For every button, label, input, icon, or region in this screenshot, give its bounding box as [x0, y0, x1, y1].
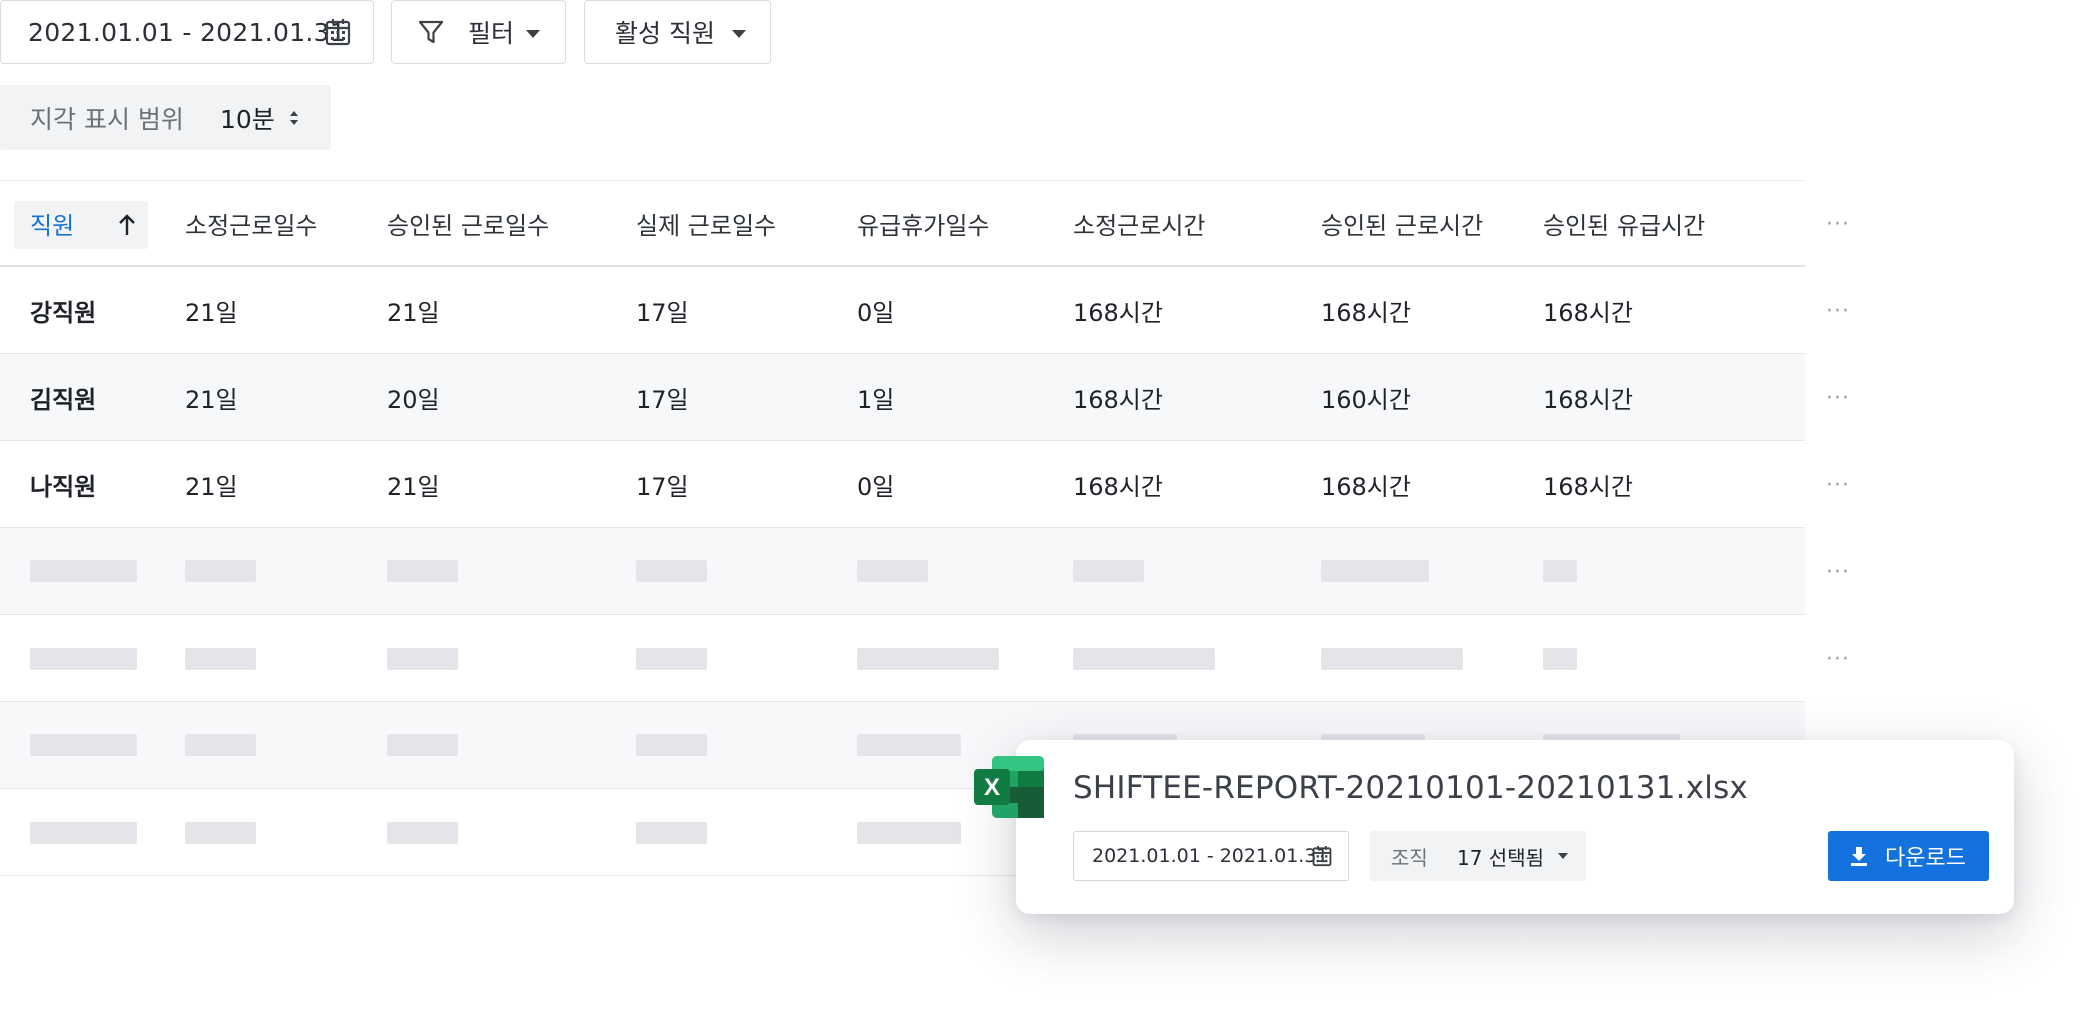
table-cell: 17일 [636, 298, 689, 327]
skeleton-placeholder [1321, 648, 1463, 670]
skeleton-placeholder [387, 648, 458, 670]
more-options-icon[interactable]: ··· [1826, 388, 1852, 410]
skeleton-placeholder [1073, 648, 1215, 670]
sort-ascending-icon[interactable] [117, 213, 137, 237]
skeleton-placeholder [636, 560, 707, 582]
table-cell: 17일 [636, 472, 689, 501]
table-cell: 17일 [636, 385, 689, 414]
skeleton-placeholder [636, 734, 707, 756]
export-date-range-text: 2021.01.01 - 2021.01.31 [1092, 845, 1329, 867]
table-header-row: 직원 소정근로일수 승인된 근로일수 실제 근로일수 유급휴가일수 소정근로시간… [0, 180, 1805, 267]
column-header-employee[interactable]: 직원 [30, 181, 74, 265]
filter-button[interactable]: 필터 [391, 0, 566, 64]
organization-value: 17 선택됨 [1457, 845, 1545, 870]
skeleton-placeholder [1073, 560, 1144, 582]
table-cell: 168시간 [1073, 472, 1163, 501]
column-header-actual-days[interactable]: 실제 근로일수 [636, 181, 776, 265]
skeleton-placeholder [185, 734, 256, 756]
stepper-arrows-icon [290, 111, 298, 125]
skeleton-placeholder [1321, 560, 1429, 582]
calendar-icon [1312, 846, 1332, 867]
more-options-icon[interactable]: ··· [1826, 562, 1852, 584]
table-cell: 0일 [857, 472, 895, 501]
employee-name: 강직원 [30, 298, 97, 327]
table-cell: 168시간 [1543, 472, 1633, 501]
download-icon [1851, 847, 1867, 866]
late-range-value: 10분 [220, 104, 275, 134]
chevron-down-icon [732, 30, 746, 38]
column-header-paid-leave-days[interactable]: 유급휴가일수 [857, 181, 989, 265]
skeleton-placeholder [30, 822, 137, 844]
column-header-scheduled-hours[interactable]: 소정근로시간 [1073, 181, 1205, 265]
column-header-approved-paid-hours[interactable]: 승인된 유급시간 [1543, 181, 1705, 265]
late-range-label: 지각 표시 범위 [30, 104, 184, 134]
table-cell: 168시간 [1073, 298, 1163, 327]
table-cell: 0일 [857, 298, 895, 327]
table-cell: 21일 [185, 472, 238, 501]
chevron-down-icon [1558, 853, 1568, 859]
late-range-selector[interactable]: 지각 표시 범위 10분 [0, 85, 331, 150]
date-range-picker[interactable]: 2021.01.01 - 2021.01.31 [0, 0, 374, 64]
table-cell: 21일 [387, 472, 440, 501]
skeleton-placeholder [185, 648, 256, 670]
skeleton-placeholder [30, 560, 137, 582]
skeleton-placeholder [185, 822, 256, 844]
filter-icon [418, 20, 444, 44]
skeleton-placeholder [1543, 648, 1577, 670]
more-options-icon[interactable]: ··· [1826, 649, 1852, 671]
calendar-icon [325, 19, 351, 46]
organization-label: 조직 [1391, 845, 1428, 870]
skeleton-placeholder [387, 560, 458, 582]
excel-file-icon: X [974, 756, 1044, 818]
table-cell: 20일 [387, 385, 440, 414]
column-header-approved-hours[interactable]: 승인된 근로시간 [1321, 181, 1483, 265]
table-cell: 21일 [185, 298, 238, 327]
employee-status-label: 활성 직원 [615, 19, 715, 48]
table-cell: 21일 [387, 298, 440, 327]
filter-label: 필터 [468, 19, 515, 48]
chevron-down-icon [526, 30, 540, 38]
skeleton-placeholder [387, 734, 458, 756]
skeleton-placeholder [185, 560, 256, 582]
table-row[interactable]: 강직원 21일 21일 17일 0일 168시간 168시간 168시간 [0, 267, 1805, 354]
skeleton-placeholder [30, 648, 137, 670]
more-options-icon[interactable]: ··· [1826, 214, 1852, 236]
download-label: 다운로드 [1885, 846, 1966, 871]
skeleton-placeholder [30, 734, 137, 756]
skeleton-placeholder [636, 822, 707, 844]
table-row[interactable]: 나직원 21일 21일 17일 0일 168시간 168시간 168시간 [0, 441, 1805, 528]
skeleton-placeholder [857, 648, 999, 670]
table-cell: 168시간 [1321, 298, 1411, 327]
skeleton-placeholder [636, 648, 707, 670]
table-cell: 168시간 [1321, 472, 1411, 501]
skeleton-row [0, 528, 1805, 615]
export-date-range-picker[interactable]: 2021.01.01 - 2021.01.31 [1073, 831, 1349, 881]
more-options-icon[interactable]: ··· [1826, 301, 1852, 323]
export-file-name: SHIFTEE-REPORT-20210101-20210131.xlsx [1073, 770, 1748, 806]
employee-name: 나직원 [30, 472, 97, 501]
table-cell: 168시간 [1543, 298, 1633, 327]
skeleton-placeholder [857, 560, 928, 582]
skeleton-placeholder [387, 822, 458, 844]
table-cell: 1일 [857, 385, 895, 414]
organization-selector[interactable]: 조직 17 선택됨 [1370, 831, 1586, 881]
excel-letter: X [984, 774, 1000, 801]
table-row[interactable]: 김직원 21일 20일 17일 1일 168시간 160시간 168시간 [0, 354, 1805, 441]
table-cell: 21일 [185, 385, 238, 414]
skeleton-placeholder [857, 822, 961, 844]
employee-name: 김직원 [30, 385, 97, 414]
column-header-approved-days[interactable]: 승인된 근로일수 [387, 181, 549, 265]
export-report-card: X SHIFTEE-REPORT-20210101-20210131.xlsx … [974, 740, 2014, 914]
skeleton-row [0, 615, 1805, 702]
employee-status-dropdown[interactable]: 활성 직원 [584, 0, 771, 64]
date-range-text: 2021.01.01 - 2021.01.31 [28, 17, 347, 47]
skeleton-placeholder [1543, 560, 1577, 582]
more-options-icon[interactable]: ··· [1826, 475, 1852, 497]
table-cell: 168시간 [1543, 385, 1633, 414]
download-button[interactable]: 다운로드 [1828, 831, 1989, 881]
skeleton-placeholder [857, 734, 961, 756]
table-cell: 168시간 [1073, 385, 1163, 414]
table-cell: 160시간 [1321, 385, 1411, 414]
column-header-scheduled-days[interactable]: 소정근로일수 [185, 181, 317, 265]
